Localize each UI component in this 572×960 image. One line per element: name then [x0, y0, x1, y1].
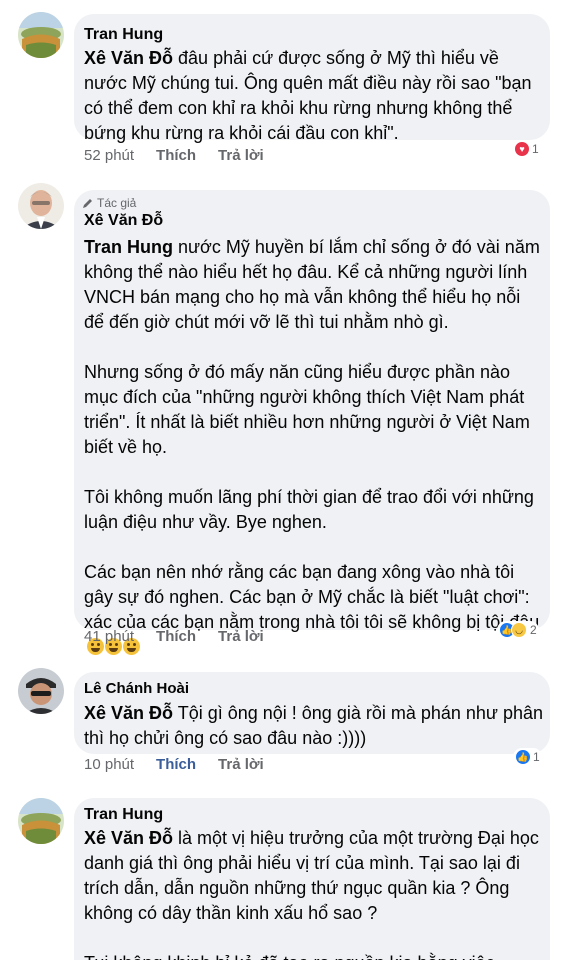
reply-button[interactable]: Trả lời [218, 147, 264, 164]
comment-author-name[interactable]: Xê Văn Đỗ [84, 212, 163, 230]
comment-text: Xê Văn Đỗ Tội gì ông nội ! ông già rồi m… [84, 703, 549, 748]
comment-text: Xê Văn Đỗ đâu phải cứ được sống ở Mỹ thì… [84, 48, 537, 143]
author-badge: Tác giả [82, 196, 136, 210]
comment-timestamp[interactable]: 52 phút [84, 147, 134, 164]
comment-text: Xê Văn Đỗ là một vị hiệu trưởng của một … [84, 828, 539, 960]
comment-tran-hung-2: Tran Hung Xê Văn Đỗ là một vị hiệu trưởn… [0, 780, 572, 960]
like-button[interactable]: Thích [156, 147, 196, 164]
comment-author-name[interactable]: Tran Hung [84, 806, 163, 824]
reaction-summary[interactable]: ♥ 1 [512, 140, 541, 158]
comment-timestamp[interactable]: 41 phút [84, 628, 134, 645]
comment-tran-hung-1: Tran Hung Xê Văn Đỗ đâu phải cứ được sốn… [0, 0, 572, 175]
reaction-summary[interactable]: 👍 ◡ 2 [497, 621, 539, 639]
avatar[interactable] [18, 183, 64, 229]
reply-button[interactable]: Trả lời [218, 628, 264, 645]
comment-actions: 10 phút Thích Trả lời [84, 756, 264, 773]
pencil-icon [83, 198, 92, 208]
avatar[interactable] [18, 798, 64, 844]
comment-xe-van-do: Tác giả Xê Văn Đỗ Tran Hung nước Mỹ huyề… [0, 175, 572, 655]
reaction-summary[interactable]: 👍 1 [513, 748, 542, 766]
mention-link[interactable]: Xê Văn Đỗ [84, 48, 173, 68]
haha-icon: ◡ [511, 622, 527, 638]
avatar[interactable] [18, 12, 64, 58]
comment-le-chanh-hoai: Lê Chánh Hoài Xê Văn Đỗ Tội gì ông nội !… [0, 650, 572, 780]
mention-link[interactable]: Tran Hung [84, 237, 173, 257]
reaction-count: 1 [533, 750, 540, 764]
reaction-count: 1 [532, 142, 539, 156]
avatar[interactable] [18, 668, 64, 714]
like-button[interactable]: Thích [156, 628, 196, 645]
mention-link[interactable]: Xê Văn Đỗ [84, 703, 173, 723]
like-button[interactable]: Thích [156, 756, 196, 773]
like-icon: 👍 [515, 749, 531, 765]
comment-text: Tran Hung nước Mỹ huyền bí lắm chỉ sống … [84, 235, 544, 660]
comment-author-name[interactable]: Lê Chánh Hoài [84, 680, 189, 697]
reply-button[interactable]: Trả lời [218, 756, 264, 773]
author-badge-label: Tác giả [97, 196, 137, 210]
love-icon: ♥ [514, 141, 530, 157]
comment-actions: 41 phút Thích Trả lời [84, 628, 264, 645]
comment-timestamp[interactable]: 10 phút [84, 756, 134, 773]
comment-actions: 52 phút Thích Trả lời [84, 147, 264, 164]
mention-link[interactable]: Xê Văn Đỗ [84, 828, 173, 848]
comment-author-name[interactable]: Tran Hung [84, 26, 163, 44]
reaction-count: 2 [530, 623, 537, 637]
